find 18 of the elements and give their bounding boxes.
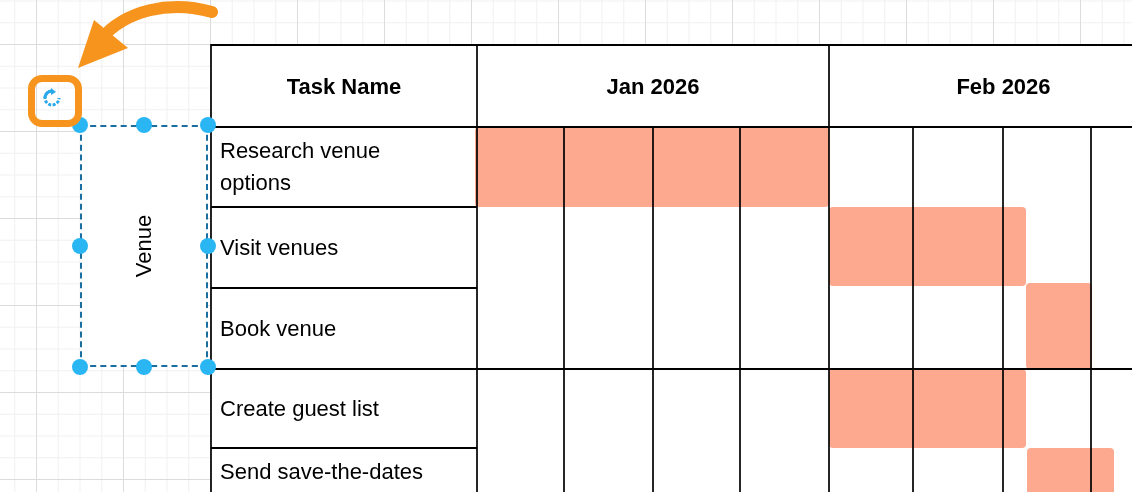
group-label[interactable]: Venue [80, 125, 208, 367]
selection-handle[interactable] [136, 117, 152, 133]
rotate-icon[interactable] [42, 88, 62, 108]
selection-handle[interactable] [200, 117, 216, 133]
table-cell-text: Book venue [220, 314, 337, 343]
highlight-frame [28, 75, 82, 127]
column-header: Task Name [285, 72, 403, 101]
table-cell-text: Research venue options [220, 137, 382, 197]
selection-handle[interactable] [72, 238, 88, 254]
selection-handle[interactable] [200, 359, 216, 375]
table-cell-text: Visit venues [220, 233, 339, 262]
table-cell-text: Create guest list [220, 394, 379, 423]
selection-handle[interactable] [136, 359, 152, 375]
selection-handle[interactable] [200, 238, 216, 254]
column-header: Feb 2026 [955, 72, 1052, 101]
column-header: Jan 2026 [605, 72, 701, 101]
table-cell-text: Send save-the-dates [220, 458, 424, 486]
selection-handle[interactable] [72, 359, 88, 375]
